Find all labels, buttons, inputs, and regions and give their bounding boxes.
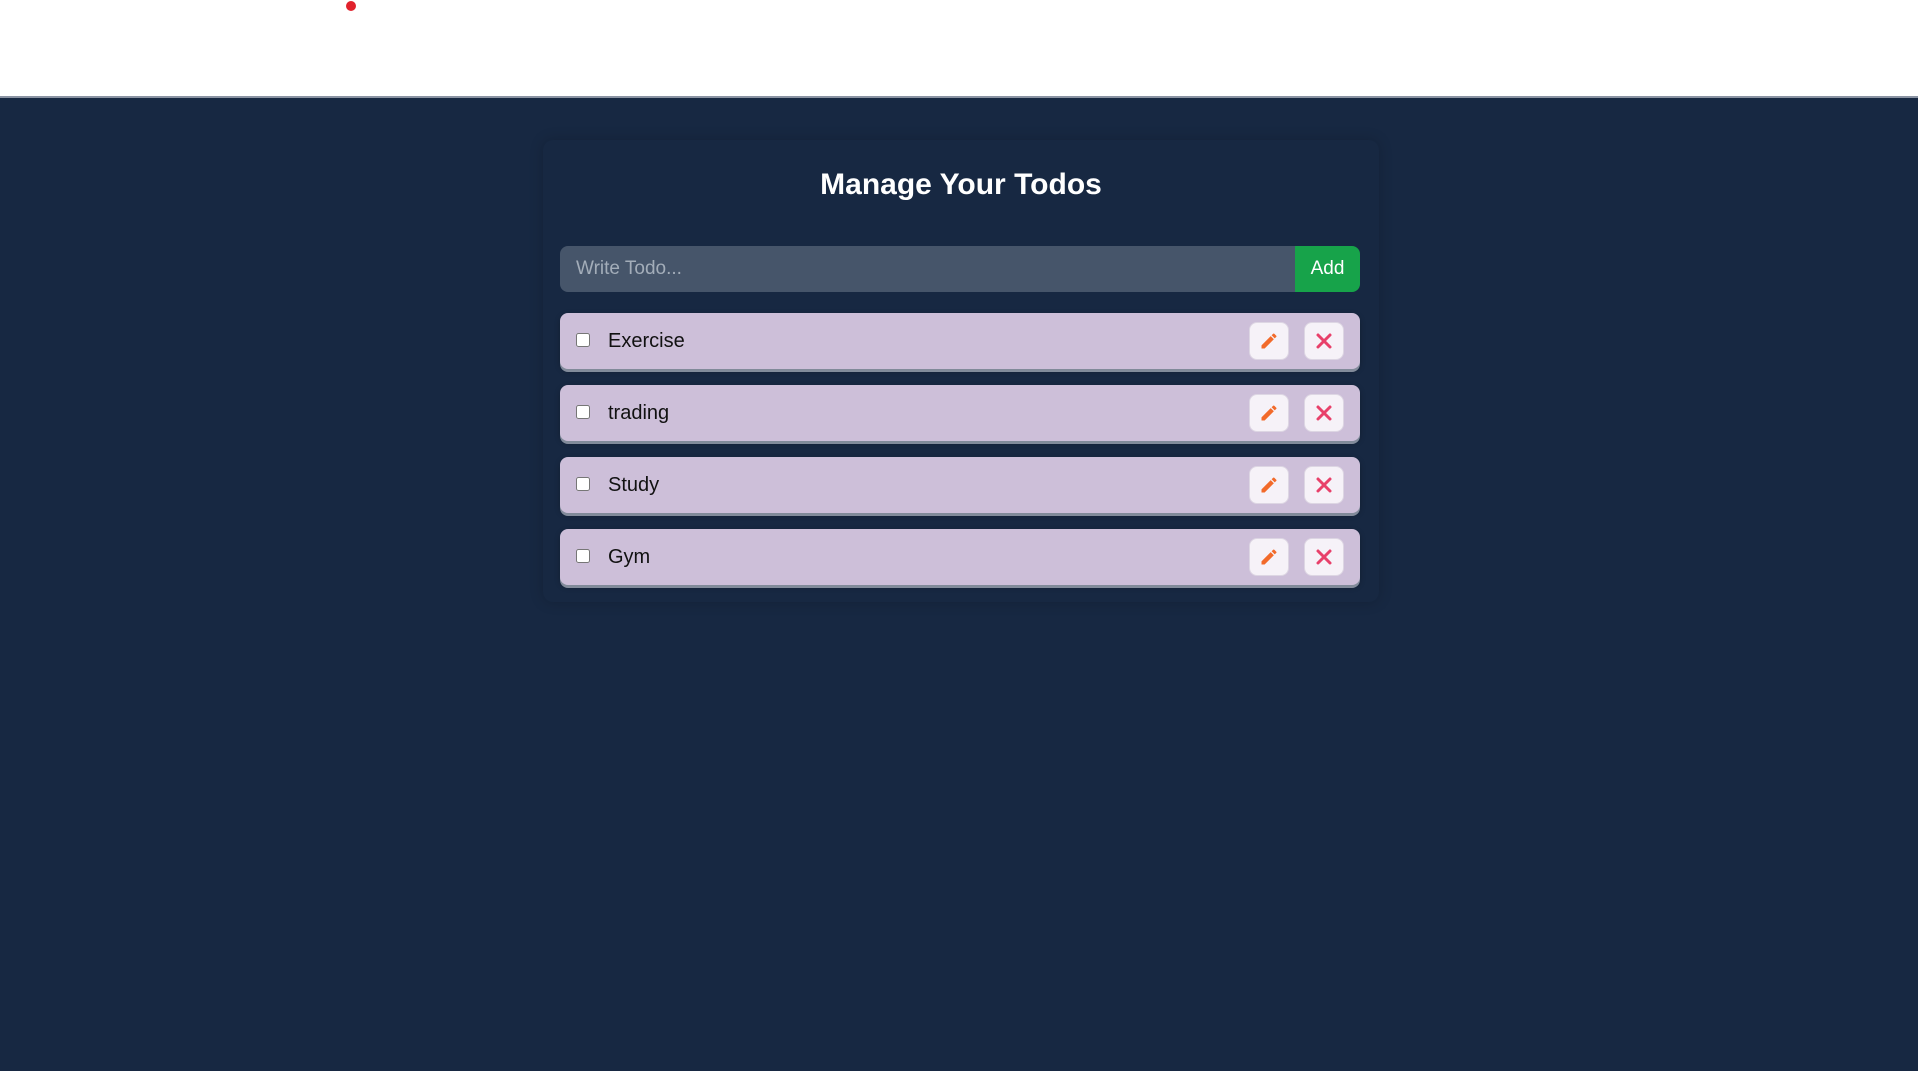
- pencil-icon: [1259, 331, 1279, 351]
- todo-checkbox[interactable]: [576, 333, 590, 347]
- close-icon: [1315, 404, 1333, 422]
- top-header-bar: [0, 0, 1918, 98]
- edit-button[interactable]: [1249, 466, 1289, 504]
- close-icon: [1315, 476, 1333, 494]
- page-title: Manage Your Todos: [820, 168, 1102, 201]
- delete-button[interactable]: [1304, 322, 1344, 360]
- delete-button[interactable]: [1304, 538, 1344, 576]
- todo-item: Gym: [560, 529, 1360, 585]
- pencil-icon: [1259, 547, 1279, 567]
- todo-item: Exercise: [560, 313, 1360, 369]
- edit-button[interactable]: [1249, 322, 1289, 360]
- add-button[interactable]: Add: [1295, 246, 1360, 292]
- todo-text: trading: [608, 402, 670, 424]
- todo-checkbox[interactable]: [576, 405, 590, 419]
- delete-button[interactable]: [1304, 394, 1344, 432]
- todo-input[interactable]: [560, 246, 1295, 292]
- todo-text: Gym: [608, 546, 651, 568]
- todo-text: Exercise: [608, 330, 685, 352]
- red-dot-indicator: [346, 1, 356, 11]
- add-todo-form: Add: [560, 246, 1360, 292]
- todo-list: Exercise trading Study Gym: [560, 313, 1360, 601]
- todo-checkbox[interactable]: [576, 549, 590, 563]
- edit-button[interactable]: [1249, 538, 1289, 576]
- close-icon: [1315, 548, 1333, 566]
- todo-text: Study: [608, 474, 660, 496]
- todo-checkbox[interactable]: [576, 477, 590, 491]
- pencil-icon: [1259, 475, 1279, 495]
- todo-panel: Manage Your Todos Add Exercise trading: [543, 140, 1379, 602]
- todo-item: trading: [560, 385, 1360, 441]
- close-icon: [1315, 332, 1333, 350]
- delete-button[interactable]: [1304, 466, 1344, 504]
- edit-button[interactable]: [1249, 394, 1289, 432]
- todo-item: Study: [560, 457, 1360, 513]
- pencil-icon: [1259, 403, 1279, 423]
